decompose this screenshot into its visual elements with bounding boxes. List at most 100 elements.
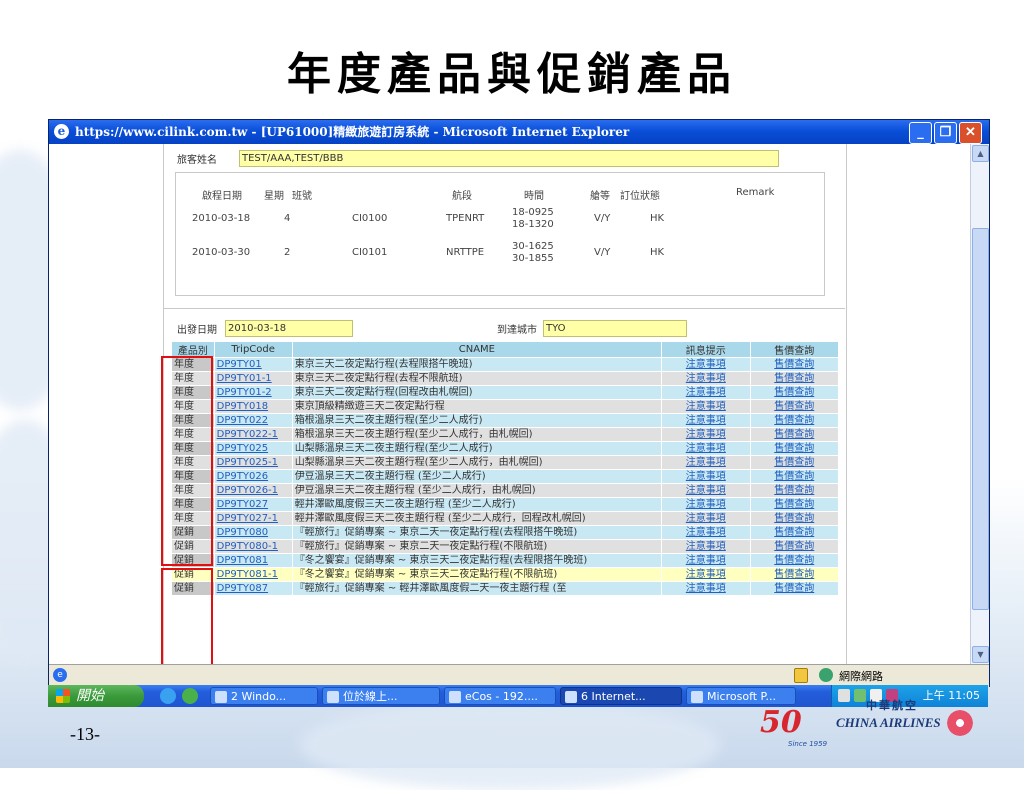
- price-query-link[interactable]: 售價查詢: [774, 401, 814, 412]
- table-cell: 售價查詢: [749, 511, 840, 526]
- notice-link[interactable]: 注意事項: [686, 457, 726, 468]
- notice-link[interactable]: 注意事項: [686, 387, 726, 398]
- notice-link[interactable]: 注意事項: [686, 373, 726, 384]
- notice-link[interactable]: 注意事項: [686, 499, 726, 510]
- app-quicklaunch-icon[interactable]: [182, 688, 198, 704]
- price-query-link[interactable]: 售價查詢: [774, 499, 814, 510]
- trip-code-link[interactable]: DP9TY027-1: [217, 513, 278, 524]
- taskbar-item-active[interactable]: 6 Internet...: [560, 687, 682, 705]
- slide-title: 年度產品與促銷產品: [287, 49, 737, 100]
- trip-code-link[interactable]: DP9TY01-2: [217, 387, 272, 398]
- arrival-city-field[interactable]: TYO: [543, 320, 687, 337]
- notice-link[interactable]: 注意事項: [686, 555, 726, 566]
- price-query-link[interactable]: 售價查詢: [774, 387, 814, 398]
- start-label: 開始: [76, 688, 104, 704]
- scroll-up-arrow[interactable]: ▲: [972, 145, 989, 162]
- trip-code-link[interactable]: DP9TY022: [217, 415, 268, 426]
- table-cell: DP9TY025: [213, 441, 293, 456]
- notice-link[interactable]: 注意事項: [686, 429, 726, 440]
- tray-icon[interactable]: [854, 689, 866, 702]
- trip-code-link[interactable]: DP9TY01: [217, 359, 262, 370]
- trip-code-link[interactable]: DP9TY026-1: [217, 485, 278, 496]
- price-query-link[interactable]: 售價查詢: [774, 485, 814, 496]
- notice-link[interactable]: 注意事項: [686, 485, 726, 496]
- scroll-down-arrow[interactable]: ▼: [972, 646, 989, 663]
- trip-code-link[interactable]: DP9TY018: [217, 401, 268, 412]
- price-query-link[interactable]: 售價查詢: [774, 555, 814, 566]
- scroll-thumb[interactable]: [972, 228, 989, 610]
- product-name: 『輕旅行』促銷專案 ~ 東京二天一夜定點行程(不限航班): [294, 541, 548, 552]
- price-query-link[interactable]: 售價查詢: [774, 583, 814, 594]
- product-name: 東京三天二夜定點行程(去程限搭午晚班): [294, 359, 473, 370]
- ie-icon: [565, 691, 577, 703]
- table-cell: 注意事項: [661, 553, 751, 568]
- price-query-link[interactable]: 售價查詢: [774, 429, 814, 440]
- notice-link[interactable]: 注意事項: [686, 471, 726, 482]
- trip-code-link[interactable]: DP9TY080: [217, 527, 268, 538]
- price-query-link[interactable]: 售價查詢: [774, 527, 814, 538]
- price-query-link[interactable]: 售價查詢: [774, 541, 814, 552]
- price-query-link[interactable]: 售價查詢: [774, 457, 814, 468]
- price-query-link[interactable]: 售價查詢: [774, 415, 814, 426]
- table-row: 年度 DP9TY027-1 輕井澤歐風度假三天二夜主題行程 (至少二人成行，回程改札…: [171, 511, 840, 526]
- table-cell: DP9TY027: [213, 497, 293, 512]
- price-query-link[interactable]: 售價查詢: [774, 471, 814, 482]
- price-query-link[interactable]: 售價查詢: [774, 359, 814, 370]
- notice-link[interactable]: 注意事項: [686, 401, 726, 412]
- notice-link[interactable]: 注意事項: [686, 541, 726, 552]
- notice-link[interactable]: 注意事項: [686, 569, 726, 580]
- taskbar-item[interactable]: 位於線上...: [322, 687, 440, 705]
- product-name: 東京頂級精緻遊三天二夜定點行程: [294, 401, 445, 412]
- start-button[interactable]: 開始: [48, 685, 144, 707]
- pax-name-field[interactable]: TEST/AAA,TEST/BBB: [239, 150, 779, 167]
- trip-code-link[interactable]: DP9TY022-1: [217, 429, 278, 440]
- product-name: 箱根溫泉三天二夜主題行程(至少二人成行，由札幌回): [294, 429, 533, 440]
- price-query-link[interactable]: 售價查詢: [774, 569, 814, 580]
- table-row: 促銷 DP9TY087 『輕旅行』促銷專案 ~ 輕井澤歐風度假二天一夜主題行程 (至…: [171, 581, 840, 596]
- notice-link[interactable]: 注意事項: [686, 583, 726, 594]
- table-cell: 注意事項: [661, 511, 751, 526]
- browser-window: e https://www.cilink.com.tw - [UP61000]精…: [48, 119, 990, 687]
- trip-code-link[interactable]: DP9TY081: [217, 555, 268, 566]
- trip-code-link[interactable]: DP9TY01-1: [217, 373, 272, 384]
- notice-link[interactable]: 注意事項: [686, 415, 726, 426]
- notice-link[interactable]: 注意事項: [686, 443, 726, 454]
- table-cell: 『輕旅行』促銷專案 ~ 東京二天一夜定點行程(去程限搭午晚班): [291, 525, 663, 540]
- product-table: 產品別 TripCode CNAME 訊息提示 售價查詢 年度 DP9TY01 東京…: [171, 341, 840, 596]
- close-button[interactable]: ✕: [959, 122, 982, 144]
- section-divider: [163, 308, 845, 309]
- minimize-button[interactable]: _: [909, 122, 932, 144]
- table-cell: 東京三天二夜定點行程(回程改由札幌回): [291, 385, 663, 400]
- ecos-icon: [449, 691, 461, 703]
- vertical-scrollbar[interactable]: ▲ ▼: [970, 144, 989, 664]
- segment-date: 2010-03-30: [192, 247, 251, 258]
- trip-code-link[interactable]: DP9TY087: [217, 583, 268, 594]
- table-cell: DP9TY018: [213, 399, 293, 414]
- trip-code-link[interactable]: DP9TY025: [217, 443, 268, 454]
- price-query-link[interactable]: 售價查詢: [774, 513, 814, 524]
- window-titlebar[interactable]: e https://www.cilink.com.tw - [UP61000]精…: [49, 120, 989, 144]
- segments-header: 星期: [264, 191, 284, 202]
- trip-code-link[interactable]: DP9TY081-1: [217, 569, 278, 580]
- tray-icon[interactable]: [838, 689, 850, 702]
- maximize-button[interactable]: ❐: [934, 122, 957, 144]
- product-name: 『輕旅行』促銷專案 ~ 輕井澤歐風度假二天一夜主題行程 (至: [294, 583, 567, 594]
- taskbar-item[interactable]: eCos - 192....: [444, 687, 556, 705]
- trip-code-link[interactable]: DP9TY027: [217, 499, 268, 510]
- price-query-link[interactable]: 售價查詢: [774, 443, 814, 454]
- departure-date-field[interactable]: 2010-03-18: [225, 320, 353, 337]
- ie-quicklaunch-icon[interactable]: [160, 688, 176, 704]
- trip-code-link[interactable]: DP9TY025-1: [217, 457, 278, 468]
- table-cell: DP9TY081: [213, 553, 293, 568]
- segment-time: 18-0925: [512, 207, 554, 218]
- price-query-link[interactable]: 售價查詢: [774, 373, 814, 384]
- taskbar-item[interactable]: 2 Windo...: [210, 687, 318, 705]
- notice-link[interactable]: 注意事項: [686, 513, 726, 524]
- segments-header: 啟程日期: [202, 191, 242, 202]
- trip-code-link[interactable]: DP9TY080-1: [217, 541, 278, 552]
- table-cell: 『輕旅行』促銷專案 ~ 東京二天一夜定點行程(不限航班): [291, 539, 663, 554]
- trip-code-link[interactable]: DP9TY026: [217, 471, 268, 482]
- taskbar-item[interactable]: Microsoft P...: [686, 687, 796, 705]
- notice-link[interactable]: 注意事項: [686, 527, 726, 538]
- notice-link[interactable]: 注意事項: [686, 359, 726, 370]
